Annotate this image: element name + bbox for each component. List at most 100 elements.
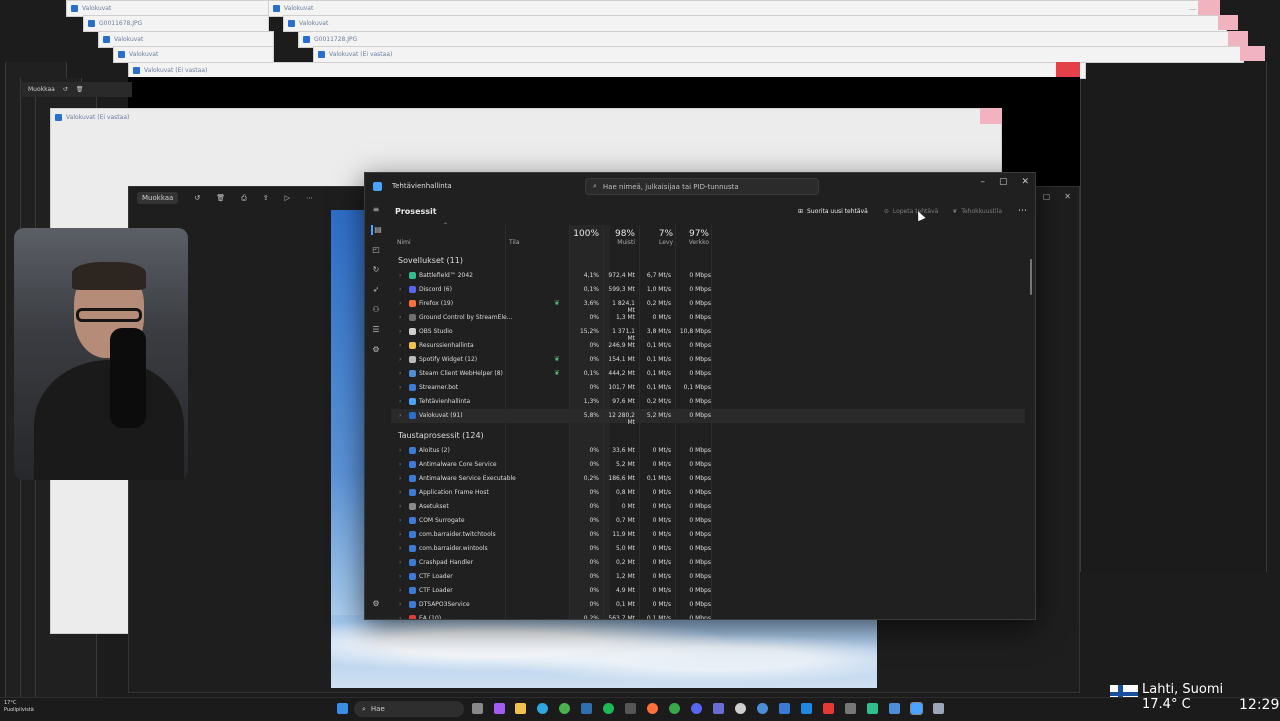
app-icon[interactable] — [933, 703, 944, 714]
details-icon[interactable]: ☰ — [371, 325, 381, 335]
rotate-icon[interactable]: ↺ — [63, 86, 68, 93]
expand-chevron-icon[interactable]: › — [399, 503, 401, 510]
more-icon[interactable]: ⋯ — [306, 194, 313, 202]
table-row[interactable]: › com.barraider.wintools 0% 5,0 Mt 0 Mt/s 0 M… — [391, 542, 1025, 556]
close-icon[interactable]: ✕ — [1064, 192, 1071, 201]
expand-chevron-icon[interactable]: › — [399, 356, 401, 363]
steam-icon[interactable] — [757, 703, 768, 714]
hamburger-icon[interactable]: ≡ — [371, 205, 381, 215]
close-icon[interactable]: ✕ — [1021, 177, 1029, 187]
delete-icon[interactable]: 🗑 — [216, 194, 225, 202]
twitch-icon[interactable] — [494, 703, 505, 714]
expand-chevron-icon[interactable]: › — [399, 615, 401, 619]
network-percent[interactable]: 97% — [679, 229, 709, 239]
expand-chevron-icon[interactable]: › — [399, 286, 401, 293]
expand-chevron-icon[interactable]: › — [399, 545, 401, 552]
table-row[interactable]: › Resurssienhallinta 0% 246,9 Mt 0,1 Mt/s 0 M… — [391, 339, 1025, 353]
table-row[interactable]: › Discord (6) 0,1% 599,3 Mt 1,0 Mt/s 0 Mbps — [391, 283, 1025, 297]
expand-chevron-icon[interactable]: › — [399, 272, 401, 279]
services-icon[interactable]: ⚙ — [371, 345, 381, 355]
delete-icon[interactable]: 🗑 — [76, 86, 84, 93]
column-name[interactable]: Nimi — [397, 239, 411, 246]
table-row[interactable]: › COM Surrogate 0% 0,7 Mt 0 Mt/s 0 Mbps — [391, 514, 1025, 528]
expand-chevron-icon[interactable]: › — [399, 601, 401, 608]
expand-chevron-icon[interactable]: › — [399, 475, 401, 482]
table-row[interactable]: › Crashpad Handler 0% 0,2 Mt 0 Mt/s 0 Mbps — [391, 556, 1025, 570]
minimize-icon[interactable]: – — [980, 177, 985, 187]
edit-button[interactable]: Muokkaa — [137, 192, 179, 204]
end-task-button[interactable]: ⊘ Lopeta tehtävä — [884, 208, 938, 215]
close-button-hover[interactable] — [1198, 0, 1220, 15]
table-row[interactable]: › Firefox (19) ❦ 3,6% 1 824,1 Mt 0,2 Mt/s 0 Mb… — [391, 297, 1025, 314]
settings-icon[interactable]: ⚙ — [371, 599, 381, 609]
app-icon[interactable] — [779, 703, 790, 714]
startup-icon[interactable]: ➶ — [371, 285, 381, 295]
firefox-icon[interactable] — [647, 703, 658, 714]
discord-icon[interactable] — [691, 703, 702, 714]
expand-chevron-icon[interactable]: › — [399, 314, 401, 321]
app-icon[interactable] — [713, 703, 724, 714]
table-row[interactable]: › Ground Control by StreamEle... 0% 1,3 Mt 0… — [391, 311, 1025, 325]
processes-icon[interactable]: ▤ — [371, 225, 383, 235]
print-icon[interactable]: ⎙ — [241, 194, 247, 203]
photo-window[interactable]: G0011678.JPG — [83, 15, 269, 32]
expand-chevron-icon[interactable]: › — [399, 342, 401, 349]
column-disk[interactable]: Levy — [643, 239, 673, 246]
obs-icon[interactable] — [735, 703, 746, 714]
task-manager-taskbar-icon[interactable] — [910, 702, 923, 715]
users-icon[interactable]: ⚇ — [371, 305, 381, 315]
maximize-icon[interactable]: ▢ — [1043, 192, 1051, 201]
share-icon[interactable]: ⇪ — [263, 194, 269, 202]
table-row[interactable]: › Application Frame Host 0% 0,8 Mt 0 Mt/s 0 M… — [391, 486, 1025, 500]
table-row[interactable]: › Steam Client WebHelper (8) ❦ 0,1% 444,2 Mt… — [391, 367, 1025, 381]
column-network[interactable]: Verkko — [679, 239, 709, 246]
expand-chevron-icon[interactable]: › — [399, 461, 401, 468]
rotate-icon[interactable]: ↺ — [194, 194, 200, 202]
run-new-task-button[interactable]: ⊞ Suorita uusi tehtävä — [798, 208, 868, 215]
app-icon[interactable] — [581, 703, 592, 714]
close-button-hover[interactable] — [1240, 46, 1265, 61]
expand-chevron-icon[interactable]: › — [399, 412, 401, 419]
search-input[interactable]: ⌕ Hae nimeä, julkaisijaa tai PID-tunnust… — [585, 178, 819, 195]
expand-chevron-icon[interactable]: › — [399, 489, 401, 496]
app-icon[interactable] — [889, 703, 900, 714]
table-row[interactable]: › Aloitus (2) 0% 33,6 Mt 0 Mt/s 0 Mbps — [391, 444, 1025, 458]
expand-chevron-icon[interactable]: › — [399, 300, 401, 307]
table-row[interactable]: › DTSAPO3Service 0% 0,1 Mt 0 Mt/s 0 Mbps — [391, 598, 1025, 612]
expand-chevron-icon[interactable]: › — [399, 447, 401, 454]
expand-chevron-icon[interactable]: › — [399, 559, 401, 566]
close-button-hover[interactable] — [980, 108, 1002, 124]
expand-chevron-icon[interactable]: › — [399, 531, 401, 538]
expand-chevron-icon[interactable]: › — [399, 517, 401, 524]
task-view-icon[interactable] — [472, 703, 483, 714]
disk-percent[interactable]: 7% — [643, 229, 673, 239]
start-icon[interactable] — [337, 703, 348, 714]
expand-chevron-icon[interactable]: › — [399, 384, 401, 391]
expand-chevron-icon[interactable]: › — [399, 573, 401, 580]
app-history-icon[interactable]: ↻ — [371, 265, 381, 275]
column-status[interactable]: Tila — [509, 239, 520, 246]
close-button-hover[interactable] — [1218, 15, 1238, 30]
photo-window[interactable]: Valokuvat — [283, 15, 1227, 32]
more-options-icon[interactable]: ⋯ — [1018, 206, 1027, 216]
table-row[interactable]: › Tehtävienhallinta 1,3% 97,6 Mt 0,2 Mt/s 0 M… — [391, 395, 1025, 409]
expand-chevron-icon[interactable]: › — [399, 370, 401, 377]
photo-window[interactable]: Valokuvat — [113, 46, 274, 63]
chrome-icon[interactable] — [559, 703, 570, 714]
table-row[interactable]: › com.barraider.twitchtools 0% 11,9 Mt 0 Mt/… — [391, 528, 1025, 542]
column-memory[interactable]: Muisti — [605, 239, 635, 246]
sort-arrow-icon[interactable]: ⌃ — [443, 222, 448, 229]
efficiency-mode-button[interactable]: ❦ Tehokkuustila — [952, 208, 1002, 215]
cpu-percent[interactable]: 100% — [571, 229, 599, 239]
clock[interactable]: 12:29 — [1239, 697, 1279, 713]
window-controls[interactable]: ▢ ✕ — [1043, 192, 1071, 201]
table-row[interactable]: › EA (10) 0,2% 563,7 Mt 0,1 Mt/s 0 Mbps — [391, 612, 1025, 619]
weather-widget[interactable]: 17°C Puolipilvistä — [4, 700, 34, 714]
table-row[interactable]: › CTF Loader 0% 4,9 Mt 0 Mt/s 0 Mbps — [391, 584, 1025, 598]
expand-chevron-icon[interactable]: › — [399, 328, 401, 335]
table-row[interactable]: › Antimalware Service Executable 0,2% 186,6… — [391, 472, 1025, 486]
expand-chevron-icon[interactable]: › — [399, 587, 401, 594]
task-manager-window[interactable]: Tehtävienhallinta ⌕ Hae nimeä, julkaisij… — [364, 172, 1036, 620]
table-row[interactable]: › Valokuvat (91) 5,8% 12 280,2 Mt 5,2 Mt/s 0 … — [391, 409, 1025, 426]
battlefield-icon[interactable] — [867, 703, 878, 714]
